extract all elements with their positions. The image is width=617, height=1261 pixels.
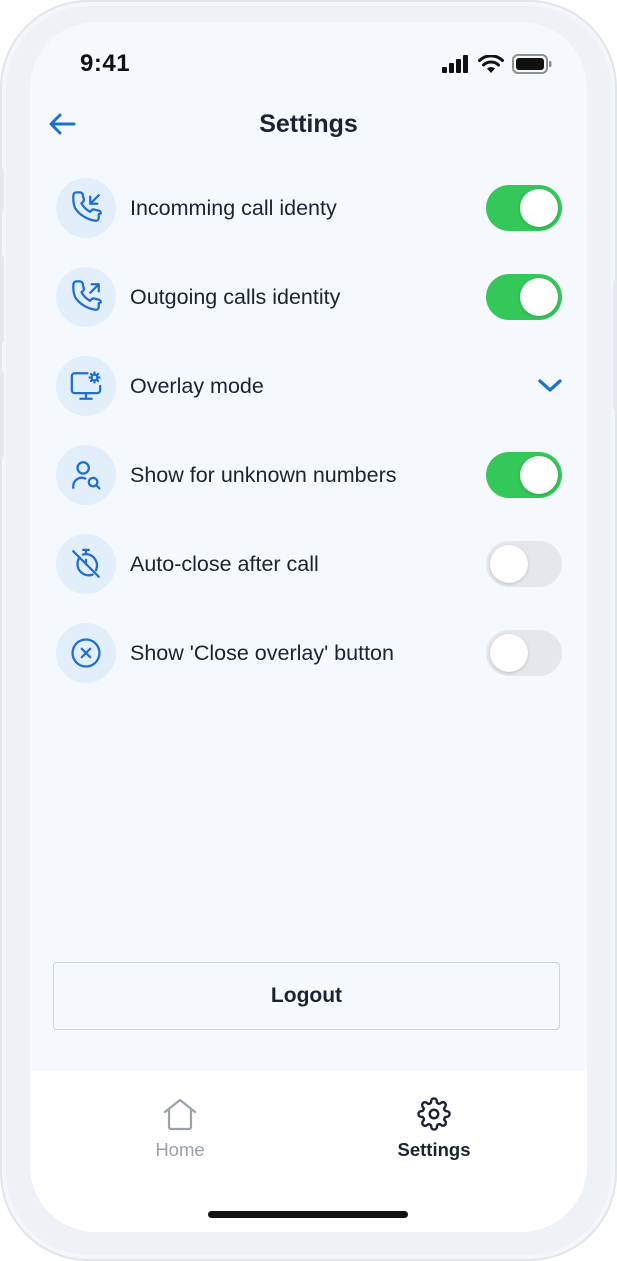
home-indicator: [208, 1211, 408, 1218]
setting-row-incoming-call-identity: Incomming call identy: [56, 178, 562, 238]
page-title: Settings: [259, 110, 358, 138]
cellular-signal-icon: [442, 55, 468, 73]
setting-row-close-overlay-button: Show 'Close overlay' button: [56, 623, 562, 683]
volume-down-button: [0, 370, 4, 458]
settings-list: Incomming call identy Outgoing calls ide…: [56, 178, 562, 712]
phone-frame: 9:41 Settings Incomming call identy Outg…: [0, 0, 617, 1261]
auto-close-toggle[interactable]: [486, 541, 562, 587]
close-overlay-button-toggle[interactable]: [486, 630, 562, 676]
tab-home[interactable]: Home: [110, 1097, 250, 1161]
side-button: [0, 168, 4, 212]
power-button: [613, 280, 617, 410]
incoming-call-icon: [56, 178, 116, 238]
outgoing-calls-identity-toggle[interactable]: [486, 274, 562, 320]
setting-label: Show 'Close overlay' button: [130, 640, 394, 665]
setting-label: Show for unknown numbers: [130, 462, 397, 487]
unknown-numbers-toggle[interactable]: [486, 452, 562, 498]
setting-label: Incomming call identy: [130, 195, 337, 220]
toggle-knob: [490, 545, 528, 583]
setting-row-overlay-mode[interactable]: Overlay mode: [56, 356, 562, 416]
chevron-down-icon: [538, 379, 562, 392]
status-icons: [442, 54, 552, 74]
toggle-knob: [520, 456, 558, 494]
toggle-knob: [490, 634, 528, 672]
setting-row-outgoing-calls-identity: Outgoing calls identity: [56, 267, 562, 327]
volume-up-button: [0, 255, 4, 343]
battery-icon: [512, 54, 552, 74]
home-icon: [163, 1098, 197, 1131]
gear-icon: [417, 1097, 451, 1131]
tab-settings[interactable]: Settings: [364, 1097, 504, 1161]
overlay-mode-dropdown[interactable]: [486, 363, 562, 409]
screen: 9:41 Settings Incomming call identy Outg…: [30, 22, 587, 1232]
user-search-icon: [56, 445, 116, 505]
tab-bar: Home Settings: [30, 1071, 587, 1232]
setting-row-unknown-numbers: Show for unknown numbers: [56, 445, 562, 505]
status-time: 9:41: [80, 50, 131, 77]
setting-label: Overlay mode: [130, 373, 264, 398]
monitor-settings-icon: [56, 356, 116, 416]
outgoing-call-icon: [56, 267, 116, 327]
tab-label: Home: [155, 1139, 205, 1160]
toggle-knob: [520, 278, 558, 316]
setting-label: Auto-close after call: [130, 551, 319, 576]
toggle-knob: [520, 189, 558, 227]
incoming-call-identity-toggle[interactable]: [486, 185, 562, 231]
logout-button[interactable]: Logout: [53, 962, 560, 1030]
setting-label: Outgoing calls identity: [130, 284, 341, 309]
wifi-icon: [478, 54, 504, 73]
timer-off-icon: [56, 534, 116, 594]
setting-row-auto-close: Auto-close after call: [56, 534, 562, 594]
close-circle-icon: [56, 623, 116, 683]
tab-label: Settings: [397, 1139, 471, 1160]
